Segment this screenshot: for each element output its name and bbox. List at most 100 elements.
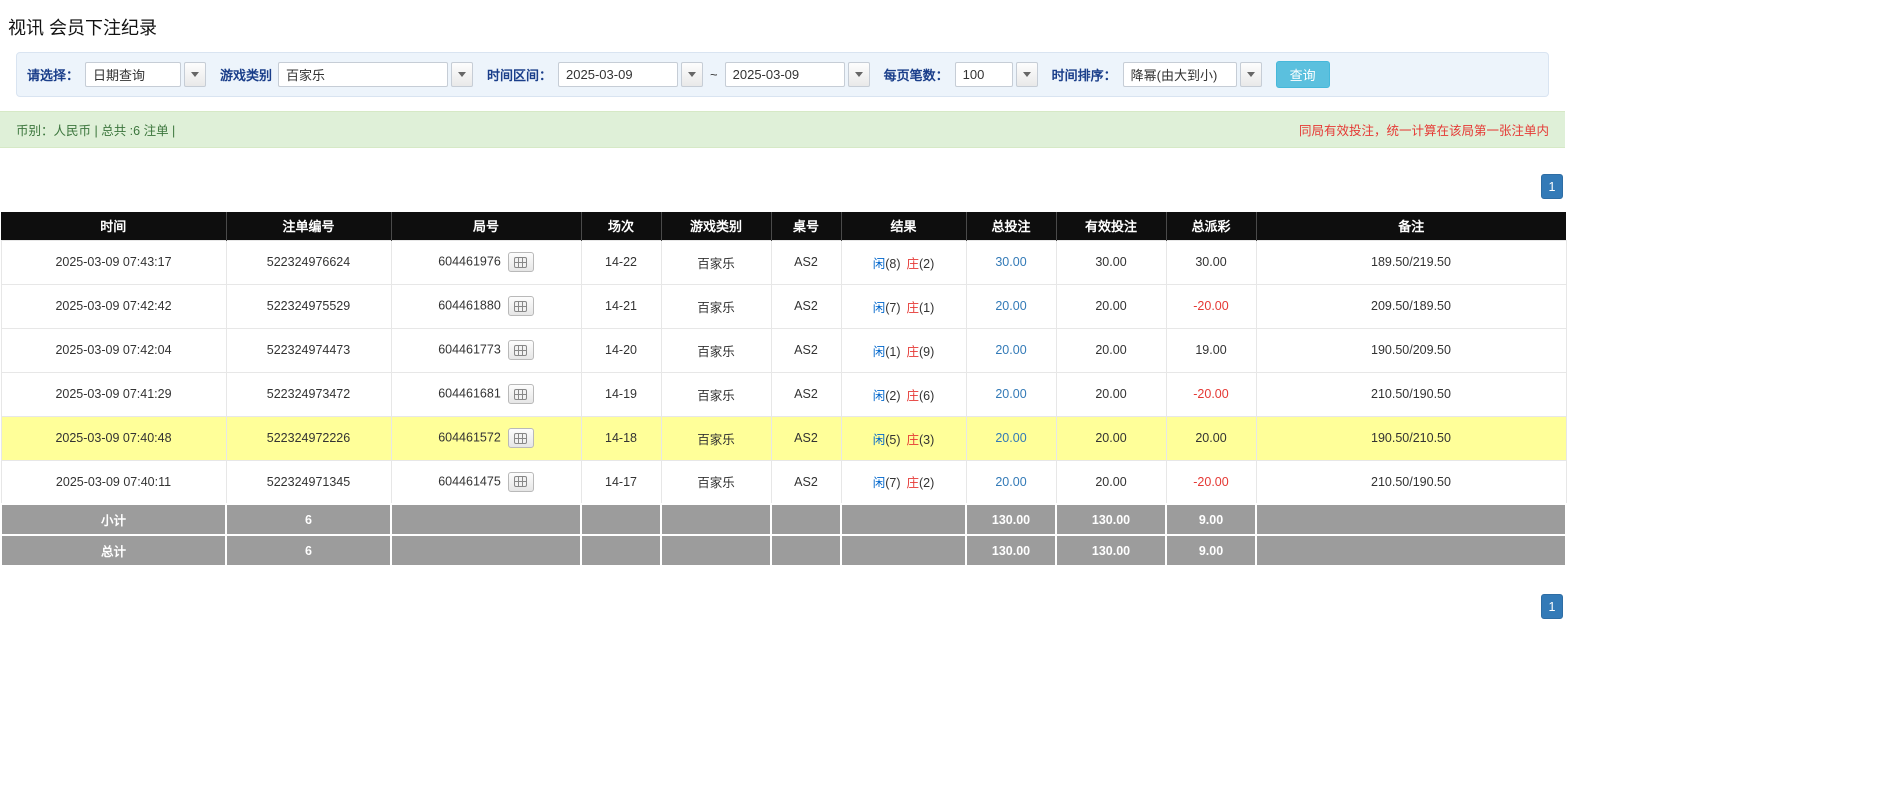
subtotal-label: 小计 <box>0 503 227 536</box>
cell-game-type: 百家乐 <box>660 459 772 505</box>
table-row: 2025-03-09 07:42:04 522324974473 6044617… <box>0 327 1567 373</box>
game-type-input[interactable] <box>278 62 449 87</box>
cell-time: 2025-03-09 07:42:04 <box>0 327 227 373</box>
result-banker-label: 庄 <box>906 344 920 359</box>
result-player-value: (2) <box>885 388 901 403</box>
game-type-dropdown-icon[interactable] <box>451 62 474 87</box>
cell-bet-id: 522324974473 <box>225 327 392 373</box>
result-banker-value: (3) <box>919 432 935 447</box>
query-type-input[interactable] <box>85 62 182 87</box>
cell-table-no: AS2 <box>770 239 842 285</box>
subtotal-empty <box>1255 503 1567 536</box>
search-button[interactable]: 查询 <box>1275 61 1330 88</box>
roadmap-icon-button[interactable] <box>507 428 534 448</box>
cell-round: 604461572 <box>390 415 582 461</box>
cell-time: 2025-03-09 07:40:48 <box>0 415 227 461</box>
cell-payout: 19.00 <box>1165 327 1257 373</box>
cell-total-bet[interactable]: 20.00 <box>965 327 1057 373</box>
bet-records-table: 时间 注单编号 局号 场次 游戏类别 桌号 结果 总投注 有效投注 总派彩 备注… <box>0 212 1567 567</box>
cell-round: 604461880 <box>390 283 582 329</box>
result-player-value: (5) <box>885 432 901 447</box>
date-from-input[interactable] <box>558 62 679 87</box>
header-bet-id: 注单编号 <box>226 212 392 240</box>
cell-valid-bet: 20.00 <box>1055 459 1167 505</box>
roadmap-icon-button[interactable] <box>507 340 534 360</box>
cell-session: 14-22 <box>580 239 662 285</box>
page-size-label: 每页笔数： <box>883 68 949 83</box>
cell-bet-id: 522324971345 <box>225 459 392 505</box>
valid-bet-notice: 同局有效投注，统一计算在该局第一张注单内 <box>1298 124 1549 138</box>
page-size-input[interactable] <box>954 62 1013 87</box>
cell-payout: 30.00 <box>1165 239 1257 285</box>
page-size-dropdown-icon[interactable] <box>1015 62 1038 87</box>
result-banker-label: 庄 <box>906 476 920 491</box>
result-banker-value: (9) <box>919 344 935 359</box>
chevron-down-icon <box>458 72 467 77</box>
page-size-combo <box>954 62 1038 87</box>
result-player-value: (7) <box>885 300 901 315</box>
cell-game-type: 百家乐 <box>660 239 772 285</box>
cell-result: 闲(8) 庄(2) <box>840 239 967 285</box>
cell-game-type: 百家乐 <box>660 415 772 461</box>
result-banker-value: (2) <box>919 476 935 491</box>
chevron-down-icon <box>688 72 697 77</box>
roadmap-icon-button[interactable] <box>507 252 534 272</box>
chevron-down-icon <box>854 72 863 77</box>
page-button-1[interactable]: 1 <box>1541 594 1563 619</box>
cell-total-bet[interactable]: 20.00 <box>965 371 1057 417</box>
table-row: 2025-03-09 07:42:42 522324975529 6044618… <box>0 283 1567 329</box>
cell-game-type: 百家乐 <box>660 327 772 373</box>
query-type-dropdown-icon[interactable] <box>184 62 207 87</box>
cell-payout: -20.00 <box>1165 371 1257 417</box>
subtotal-empty <box>390 503 582 536</box>
cell-bet-id: 522324976624 <box>225 239 392 285</box>
cell-round: 604461681 <box>390 371 582 417</box>
sort-label: 时间排序： <box>1051 68 1117 83</box>
roadmap-icon <box>514 432 528 444</box>
page-button-1[interactable]: 1 <box>1541 174 1563 199</box>
cell-total-bet[interactable]: 20.00 <box>965 415 1057 461</box>
table-row: 2025-03-09 07:43:17 522324976624 6044619… <box>0 239 1567 285</box>
date-from-combo <box>558 62 704 87</box>
sort-dropdown-icon[interactable] <box>1239 62 1262 87</box>
cell-remark: 190.50/210.50 <box>1255 415 1567 461</box>
subtotal-payout: 9.00 <box>1165 503 1257 536</box>
date-from-dropdown-icon[interactable] <box>681 62 704 87</box>
grand-total-empty <box>840 534 967 567</box>
cell-table-no: AS2 <box>770 283 842 329</box>
round-id: 604461475 <box>438 474 501 489</box>
table-row: 2025-03-09 07:41:29 522324973472 6044616… <box>0 371 1567 417</box>
result-player-label: 闲 <box>872 256 886 271</box>
grand-total-total-bet: 130.00 <box>965 534 1057 567</box>
round-id: 604461976 <box>438 254 501 269</box>
cell-valid-bet: 20.00 <box>1055 283 1167 329</box>
subtotal-total-bet: 130.00 <box>965 503 1057 536</box>
cell-valid-bet: 20.00 <box>1055 415 1167 461</box>
grand-total-payout: 9.00 <box>1165 534 1257 567</box>
subtotal-empty <box>660 503 772 536</box>
cell-total-bet[interactable]: 20.00 <box>965 459 1057 505</box>
sort-input[interactable] <box>1122 62 1237 87</box>
subtotal-empty <box>770 503 842 536</box>
cell-total-bet[interactable]: 20.00 <box>965 283 1057 329</box>
result-banker-label: 庄 <box>906 388 920 403</box>
grand-total-label: 总计 <box>0 534 227 567</box>
roadmap-icon-button[interactable] <box>507 471 534 492</box>
date-to-input[interactable] <box>724 62 845 87</box>
cell-valid-bet: 20.00 <box>1055 327 1167 373</box>
date-to-dropdown-icon[interactable] <box>847 62 870 87</box>
result-player-label: 闲 <box>872 388 886 403</box>
subtotal-valid-bet: 130.00 <box>1055 503 1167 536</box>
roadmap-icon <box>514 388 528 400</box>
grand-total-row: 总计 6 130.00 130.00 9.00 <box>0 534 1567 567</box>
roadmap-icon-button[interactable] <box>507 384 534 404</box>
table-row: 2025-03-09 07:40:48 522324972226 6044615… <box>0 415 1567 461</box>
header-game-type: 游戏类别 <box>661 212 772 240</box>
cell-bet-id: 522324975529 <box>225 283 392 329</box>
cell-payout: -20.00 <box>1165 459 1257 505</box>
cell-payout: 20.00 <box>1165 415 1257 461</box>
roadmap-icon-button[interactable] <box>507 296 534 316</box>
cell-table-no: AS2 <box>770 371 842 417</box>
header-payout: 总派彩 <box>1166 212 1257 240</box>
cell-total-bet[interactable]: 30.00 <box>965 239 1057 285</box>
